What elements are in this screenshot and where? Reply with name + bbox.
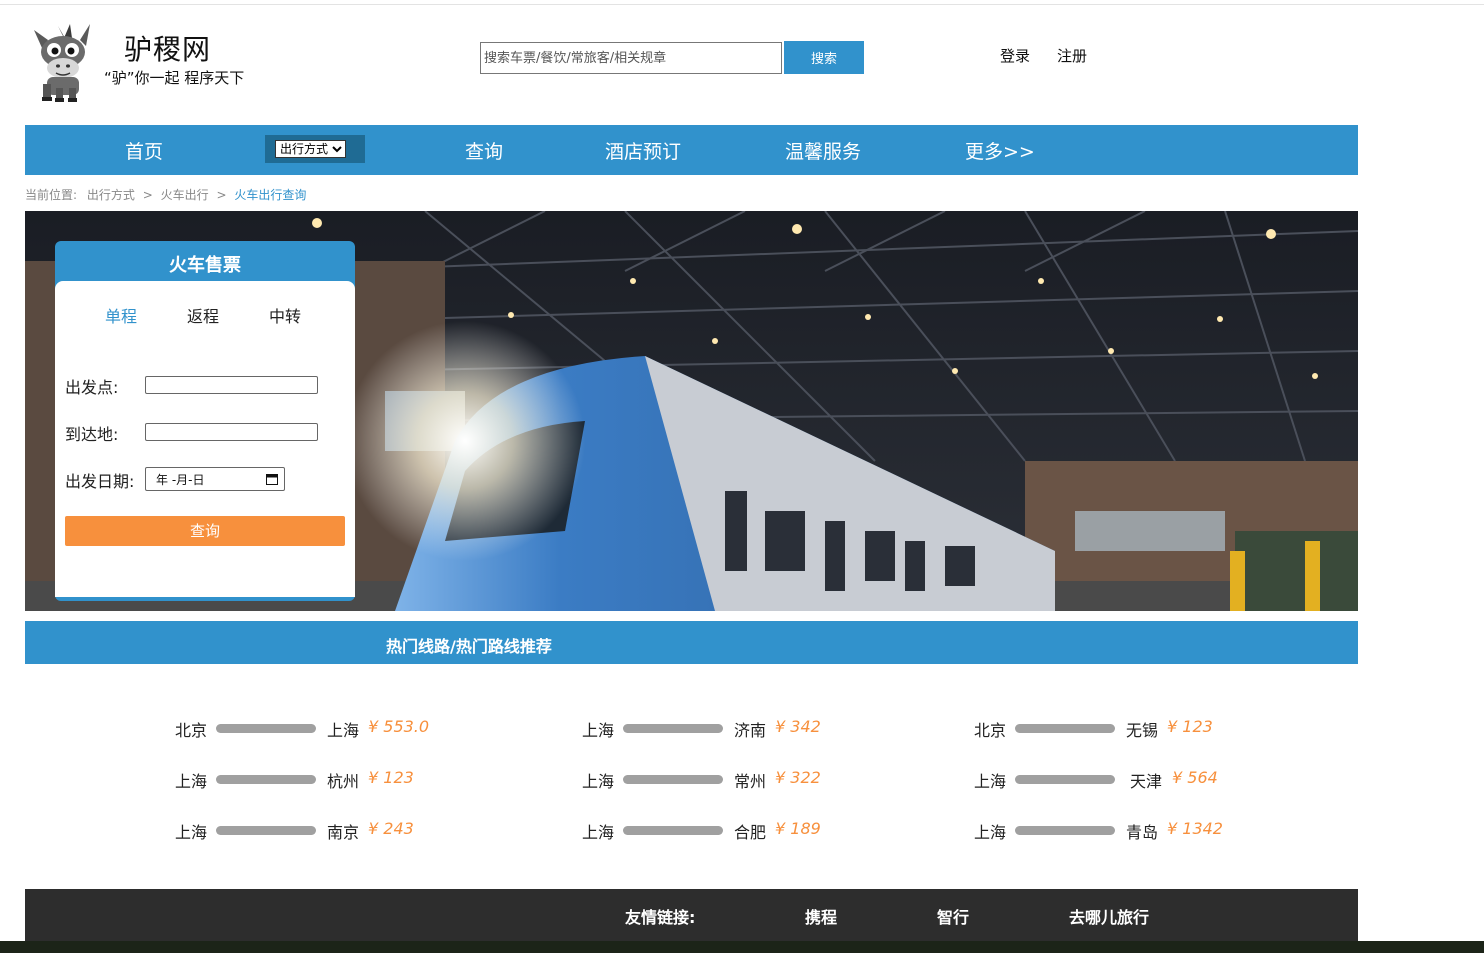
- route-line: [216, 724, 316, 733]
- from-input[interactable]: [145, 376, 318, 394]
- breadcrumb-separator: >: [142, 188, 153, 202]
- query-button[interactable]: 查询: [65, 516, 345, 546]
- route-line: [216, 826, 316, 835]
- hot-routes-header: 热门线路/热门路线推荐: [25, 621, 1358, 664]
- search-input[interactable]: [480, 42, 782, 74]
- route-price: ¥ 1342: [1167, 819, 1223, 838]
- footer-link-ctrip[interactable]: 携程: [805, 904, 837, 928]
- site-name: 驴稷网: [124, 33, 212, 66]
- register-link[interactable]: 注册: [1057, 45, 1087, 66]
- site-slogan: “驴”你一起 程序天下: [104, 69, 245, 87]
- breadcrumb-train[interactable]: 火车出行: [161, 188, 209, 202]
- date-label: 出发日期:: [65, 472, 135, 491]
- nav-hotel[interactable]: 酒店预订: [605, 137, 681, 164]
- route-line: [216, 775, 316, 784]
- route-line: [1015, 724, 1115, 733]
- breadcrumb-prefix: 当前位置:: [25, 188, 78, 202]
- footer-link-qunar[interactable]: 去哪儿旅行: [1069, 904, 1149, 928]
- route-from: 上海: [582, 721, 615, 740]
- nav-query[interactable]: 查询: [465, 137, 503, 164]
- tab-transfer[interactable]: 中转: [269, 303, 301, 327]
- route-to: 杭州: [327, 772, 360, 791]
- route-to: 无锡: [1126, 721, 1159, 740]
- route-to: 常州: [734, 772, 767, 791]
- to-input[interactable]: [145, 423, 318, 441]
- nav-service[interactable]: 温馨服务: [785, 137, 861, 164]
- route-price: ¥ 243: [368, 819, 414, 838]
- route-from: 北京: [974, 721, 1007, 740]
- route-from: 上海: [974, 772, 1007, 791]
- donkey-logo-icon[interactable]: [28, 22, 100, 102]
- route-price: ¥ 123: [1167, 717, 1213, 736]
- date-value: 年 -月-日: [156, 473, 205, 487]
- nav-home[interactable]: 首页: [125, 137, 163, 164]
- date-input[interactable]: 年 -月-日: [145, 467, 285, 491]
- route-to: 济南: [734, 721, 767, 740]
- bottom-strip: [0, 941, 1484, 953]
- route-line: [623, 826, 723, 835]
- tab-return[interactable]: 返程: [187, 303, 219, 327]
- login-link[interactable]: 登录: [1000, 45, 1030, 66]
- route-to: 天津: [1130, 772, 1163, 791]
- route-line: [623, 724, 723, 733]
- breadcrumb: 当前位置: 出行方式 > 火车出行 > 火车出行查询: [25, 186, 306, 203]
- footer-link-zhixing[interactable]: 智行: [937, 904, 969, 928]
- route-to: 青岛: [1126, 823, 1159, 842]
- breadcrumb-travel-mode[interactable]: 出行方式: [87, 188, 135, 202]
- route-line: [1015, 775, 1115, 784]
- route-from: 上海: [175, 823, 208, 842]
- from-label: 出发点:: [65, 378, 119, 397]
- footer-label: 友情链接:: [625, 908, 696, 927]
- top-divider: [0, 4, 1484, 5]
- route-price: ¥ 564: [1172, 768, 1218, 787]
- route-line: [1015, 826, 1115, 835]
- route-from: 上海: [175, 772, 208, 791]
- calendar-icon[interactable]: [266, 473, 278, 485]
- hot-routes-title: 热门线路/热门路线推荐: [386, 637, 552, 656]
- breadcrumb-separator: >: [216, 188, 227, 202]
- breadcrumb-current: 火车出行查询: [234, 188, 307, 202]
- route-price: ¥ 123: [368, 768, 414, 787]
- route-price: ¥ 553.0: [368, 717, 430, 736]
- ticket-panel: 火车售票 单程 返程 中转 出发点: 到达地: 出发日期: 年 -月-日 查询: [55, 241, 355, 601]
- route-line: [623, 775, 723, 784]
- tab-one-way[interactable]: 单程: [105, 303, 137, 327]
- route-to: 上海: [327, 721, 360, 740]
- route-from: 上海: [974, 823, 1007, 842]
- main-nav: 首页 出行方式 查询 酒店预订 温馨服务 更多>>: [25, 125, 1358, 175]
- to-label: 到达地:: [65, 425, 119, 444]
- route-price: ¥ 342: [775, 717, 821, 736]
- search-button[interactable]: 搜索: [784, 41, 864, 74]
- route-price: ¥ 189: [775, 819, 821, 838]
- travel-mode-dropdown-wrap: 出行方式: [265, 135, 365, 163]
- nav-more[interactable]: 更多>>: [965, 137, 1035, 164]
- route-to: 合肥: [734, 823, 767, 842]
- ticket-panel-title: 火车售票: [169, 255, 241, 276]
- route-from: 上海: [582, 823, 615, 842]
- route-to: 南京: [327, 823, 360, 842]
- route-price: ¥ 322: [775, 768, 821, 787]
- travel-mode-dropdown[interactable]: 出行方式: [275, 140, 346, 158]
- route-from: 上海: [582, 772, 615, 791]
- route-from: 北京: [175, 721, 208, 740]
- ticket-form: 单程 返程 中转 出发点: 到达地: 出发日期: 年 -月-日 查询: [55, 281, 355, 597]
